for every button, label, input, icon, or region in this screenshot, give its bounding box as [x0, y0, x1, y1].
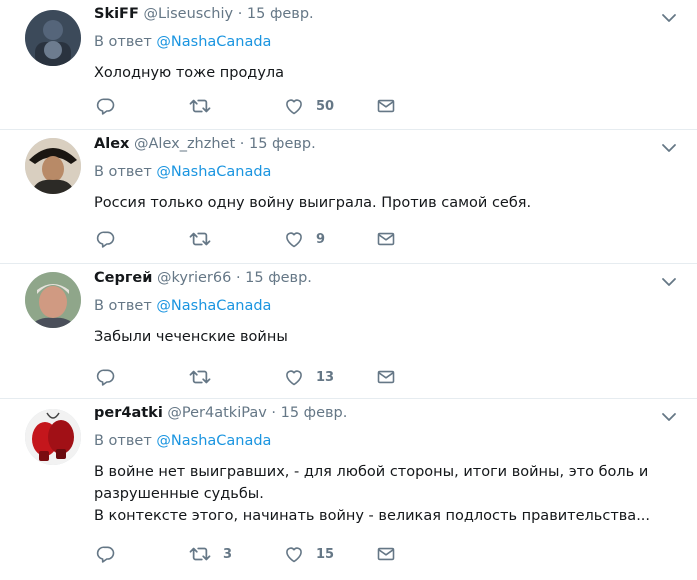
tweet-header: Сергей @kyrier66 · 15 февр. [94, 270, 312, 286]
reply-icon [96, 229, 116, 249]
separator-dot: · [237, 6, 243, 22]
separator-dot: · [239, 136, 245, 152]
avatar[interactable] [25, 409, 81, 465]
tweet-text-line: Россия только одну войну выиграла. Проти… [94, 195, 532, 211]
retweet-button[interactable] [189, 366, 223, 388]
reply-icon [96, 367, 116, 387]
direct-message-button[interactable] [376, 95, 396, 117]
envelope-icon [376, 96, 396, 116]
like-count: 9 [316, 231, 326, 247]
tweet-text-line: В контексте этого, начинать войну - вели… [94, 508, 651, 524]
reply-to-link[interactable]: @NashaCanada [156, 164, 271, 180]
like-button[interactable]: 15 [284, 543, 334, 565]
envelope-icon [376, 229, 396, 249]
reply-to-link[interactable]: @NashaCanada [156, 433, 271, 449]
tweet[interactable]: Alex @Alex_zhzhet · 15 февр. В ответ @Na… [0, 130, 697, 264]
tweet-header: SkiFF @Liseuschiy · 15 февр. [94, 6, 314, 22]
tweet-date[interactable]: 15 февр. [281, 405, 348, 421]
retweet-icon [189, 544, 211, 564]
reply-button[interactable] [96, 228, 116, 250]
like-count: 13 [316, 369, 335, 385]
reply-button[interactable] [96, 95, 116, 117]
retweet-count: 3 [223, 546, 233, 562]
retweet-icon [189, 96, 211, 116]
user-handle[interactable]: @Alex_zhzhet [134, 136, 235, 152]
reply-icon [96, 544, 116, 564]
chevron-down-icon[interactable] [661, 273, 677, 286]
tweet[interactable]: Сергей @kyrier66 · 15 февр. В ответ @Nas… [0, 264, 697, 399]
reply-to-line: В ответ @NashaCanada [94, 298, 271, 314]
separator-dot: · [271, 405, 277, 421]
reply-to-line: В ответ @NashaCanada [94, 433, 271, 449]
direct-message-button[interactable] [376, 228, 396, 250]
avatar[interactable] [25, 138, 81, 194]
heart-icon [284, 544, 304, 564]
tweet[interactable]: SkiFF @Liseuschiy · 15 февр. В ответ @Na… [0, 0, 697, 130]
direct-message-button[interactable] [376, 543, 396, 565]
tweet-date[interactable]: 15 февр. [249, 136, 316, 152]
tweet-date[interactable]: 15 февр. [247, 6, 314, 22]
tweet-header: per4atki @Per4atkiPav · 15 февр. [94, 405, 347, 421]
reply-to-line: В ответ @NashaCanada [94, 164, 271, 180]
tweet-replies-list: SkiFF @Liseuschiy · 15 февр. В ответ @Na… [0, 0, 697, 580]
tweet-text-line: Холодную тоже продула [94, 65, 285, 81]
user-handle[interactable]: @Per4atkiPav [167, 405, 266, 421]
reply-prefix: В ответ [94, 164, 152, 180]
retweet-icon [189, 229, 211, 249]
retweet-button[interactable] [189, 228, 223, 250]
tweet[interactable]: per4atki @Per4atkiPav · 15 февр. В ответ… [0, 399, 697, 580]
tweet-text: Россия только одну войну выиграла. Проти… [94, 192, 677, 214]
user-name[interactable]: SkiFF [94, 6, 139, 22]
chevron-down-icon[interactable] [661, 408, 677, 421]
tweet-text-line: В войне нет выигравших, - для любой стор… [94, 464, 649, 480]
avatar[interactable] [25, 272, 81, 328]
chevron-down-icon[interactable] [661, 139, 677, 152]
reply-prefix: В ответ [94, 34, 152, 50]
retweet-icon [189, 367, 211, 387]
user-name[interactable]: Alex [94, 136, 129, 152]
tweet-date[interactable]: 15 февр. [245, 270, 312, 286]
reply-button[interactable] [96, 543, 116, 565]
envelope-icon [376, 544, 396, 564]
reply-to-link[interactable]: @NashaCanada [156, 298, 271, 314]
tweet-text-line: Забыли чеченские войны [94, 329, 288, 345]
separator-dot: · [235, 270, 241, 286]
tweet-text: Холодную тоже продула [94, 62, 677, 84]
tweet-text-line: разрушенные судьбы. [94, 486, 264, 502]
reply-to-link[interactable]: @NashaCanada [156, 34, 271, 50]
tweet-header: Alex @Alex_zhzhet · 15 февр. [94, 136, 316, 152]
tweet-text: В войне нет выигравших, - для любой стор… [94, 461, 677, 527]
direct-message-button[interactable] [376, 366, 396, 388]
retweet-button[interactable]: 3 [189, 543, 232, 565]
reply-prefix: В ответ [94, 433, 152, 449]
user-handle[interactable]: @kyrier66 [157, 270, 231, 286]
like-button[interactable]: 9 [284, 228, 325, 250]
chevron-down-icon[interactable] [661, 9, 677, 22]
reply-prefix: В ответ [94, 298, 152, 314]
heart-icon [284, 96, 304, 116]
reply-icon [96, 96, 116, 116]
reply-to-line: В ответ @NashaCanada [94, 34, 271, 50]
like-count: 15 [316, 546, 335, 562]
envelope-icon [376, 367, 396, 387]
user-handle[interactable]: @Liseuschiy [143, 6, 233, 22]
user-name[interactable]: Сергей [94, 270, 152, 286]
heart-icon [284, 367, 304, 387]
avatar[interactable] [25, 10, 81, 66]
user-name[interactable]: per4atki [94, 405, 163, 421]
retweet-button[interactable] [189, 95, 223, 117]
like-button[interactable]: 50 [284, 95, 334, 117]
like-count: 50 [316, 98, 335, 114]
tweet-text: Забыли чеченские войны [94, 326, 677, 348]
heart-icon [284, 229, 304, 249]
reply-button[interactable] [96, 366, 116, 388]
like-button[interactable]: 13 [284, 366, 334, 388]
